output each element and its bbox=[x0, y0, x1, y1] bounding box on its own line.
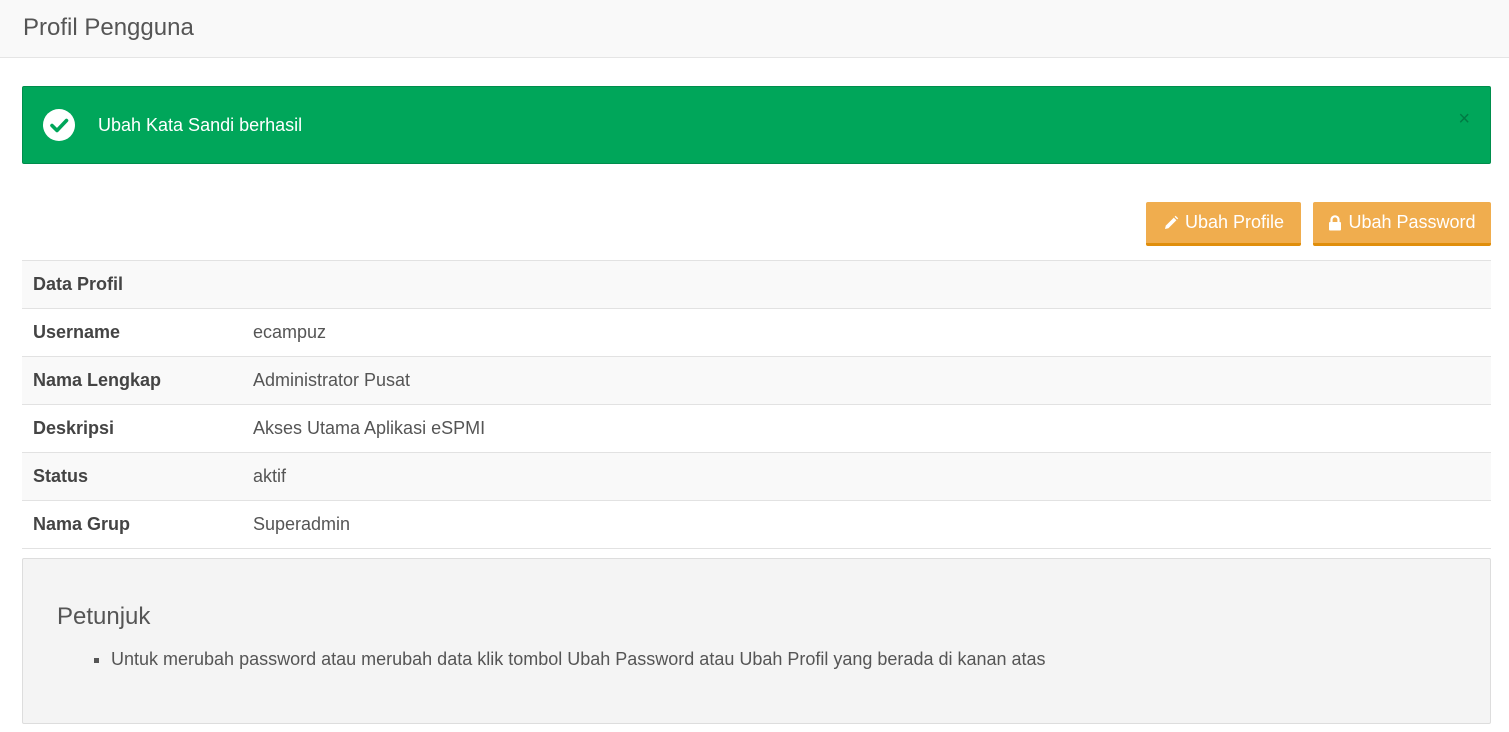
change-password-button[interactable]: Ubah Password bbox=[1313, 202, 1491, 246]
instructions-box: Petunjuk Untuk merubah password atau mer… bbox=[22, 558, 1491, 724]
alert-close-button[interactable]: × bbox=[1458, 109, 1470, 129]
table-row: Status aktif bbox=[22, 452, 1491, 501]
table-row: Deskripsi Akses Utama Aplikasi eSPMI bbox=[22, 404, 1491, 453]
alert-message: Ubah Kata Sandi berhasil bbox=[98, 115, 303, 135]
username-value: ecampuz bbox=[242, 308, 1491, 357]
profile-section-title: Data Profil bbox=[22, 260, 1491, 309]
success-alert: Ubah Kata Sandi berhasil × bbox=[22, 86, 1491, 164]
check-circle-icon bbox=[43, 109, 75, 141]
profile-table: Data Profil Username ecampuz Nama Lengka… bbox=[22, 260, 1491, 549]
page-title: Profil Pengguna bbox=[23, 14, 194, 41]
full-name-value: Administrator Pusat bbox=[242, 356, 1491, 405]
table-row: Nama Lengkap Administrator Pusat bbox=[22, 356, 1491, 405]
instructions-title: Petunjuk bbox=[57, 603, 151, 630]
field-label: Status bbox=[22, 452, 242, 501]
status-value: aktif bbox=[242, 452, 1491, 501]
table-header-row: Data Profil bbox=[22, 260, 1491, 309]
field-label: Nama Lengkap bbox=[22, 356, 242, 405]
edit-profile-button[interactable]: Ubah Profile bbox=[1146, 202, 1301, 246]
description-value: Akses Utama Aplikasi eSPMI bbox=[242, 404, 1491, 453]
field-label: Username bbox=[22, 308, 242, 357]
edit-profile-label: Ubah Profile bbox=[1184, 212, 1285, 232]
table-row: Nama Grup Superadmin bbox=[22, 500, 1491, 549]
page-header: Profil Pengguna bbox=[0, 0, 1509, 58]
lock-icon bbox=[1328, 214, 1342, 231]
pencil-icon bbox=[1163, 215, 1179, 231]
field-label: Nama Grup bbox=[22, 500, 242, 549]
field-label: Deskripsi bbox=[22, 404, 242, 453]
table-row: Username ecampuz bbox=[22, 308, 1491, 357]
instruction-item: Untuk merubah password atau merubah data… bbox=[111, 649, 1046, 670]
instructions-list: Untuk merubah password atau merubah data… bbox=[111, 649, 1046, 670]
change-password-label: Ubah Password bbox=[1348, 212, 1476, 232]
group-name-value: Superadmin bbox=[242, 500, 1491, 549]
